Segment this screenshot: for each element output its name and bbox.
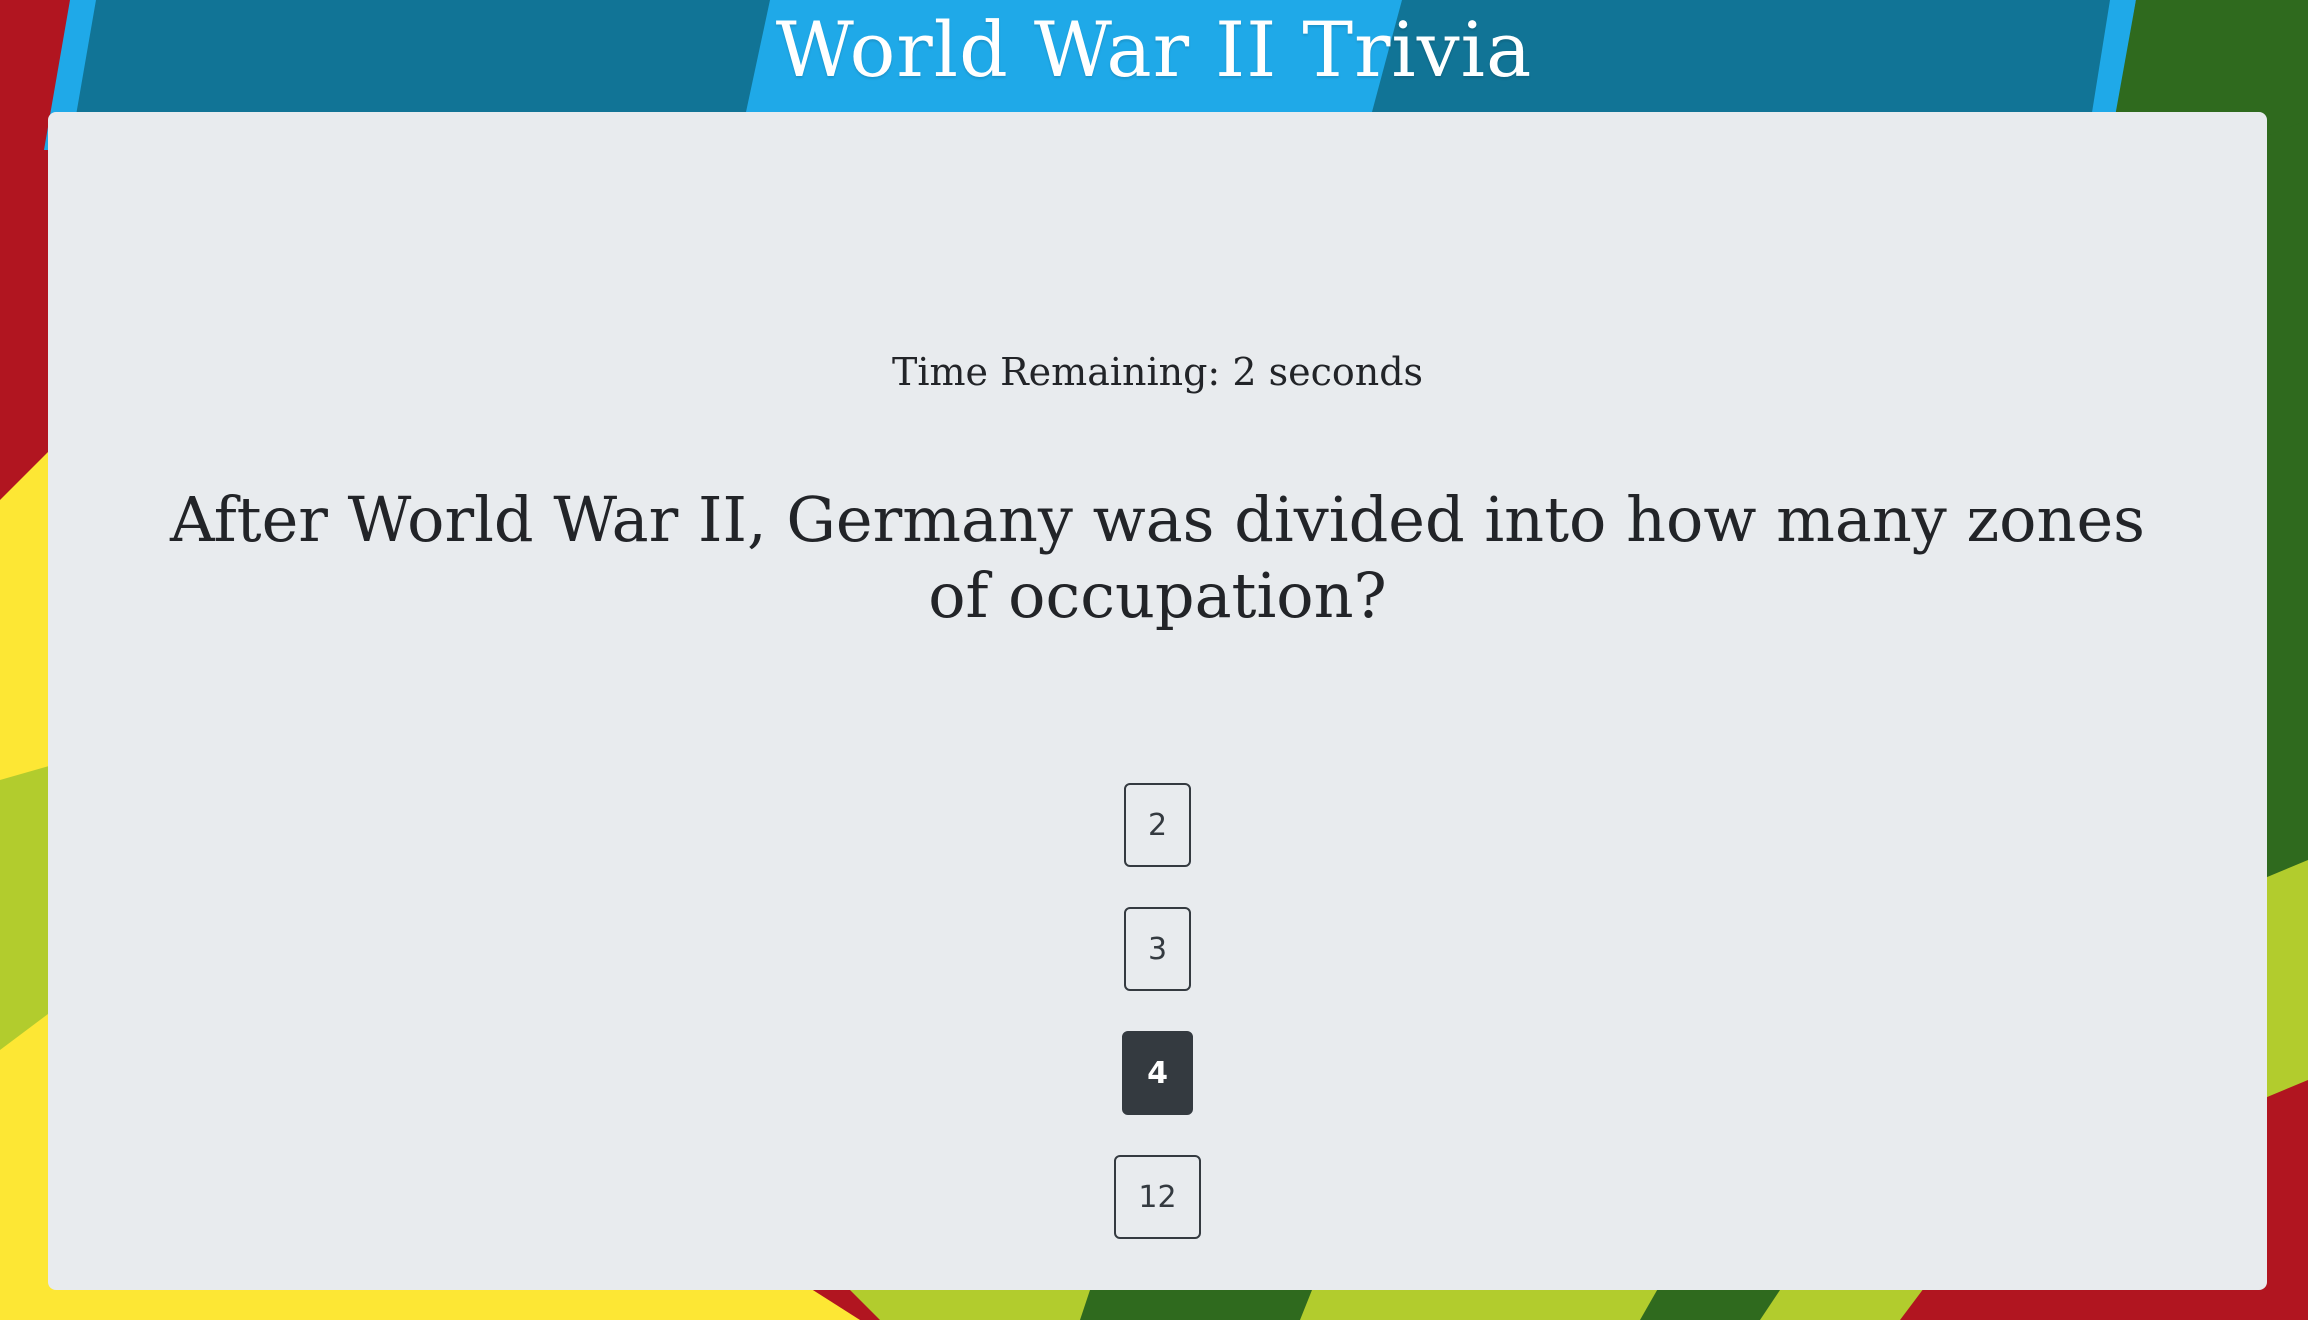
question-text: After World War II, Germany was divided … <box>170 483 2145 632</box>
answer-button-2[interactable]: 3 <box>1124 907 1191 991</box>
page-title: World War II Trivia <box>775 5 1533 94</box>
answer-button-3[interactable]: 4 <box>1122 1031 1193 1115</box>
trivia-card: Time Remaining: 2 seconds After World Wa… <box>48 112 2267 1290</box>
time-remaining-text: Time Remaining: 2 seconds <box>891 350 1424 394</box>
answer-button-4[interactable]: 12 <box>1114 1155 1201 1239</box>
answer-button-1[interactable]: 2 <box>1124 783 1191 867</box>
